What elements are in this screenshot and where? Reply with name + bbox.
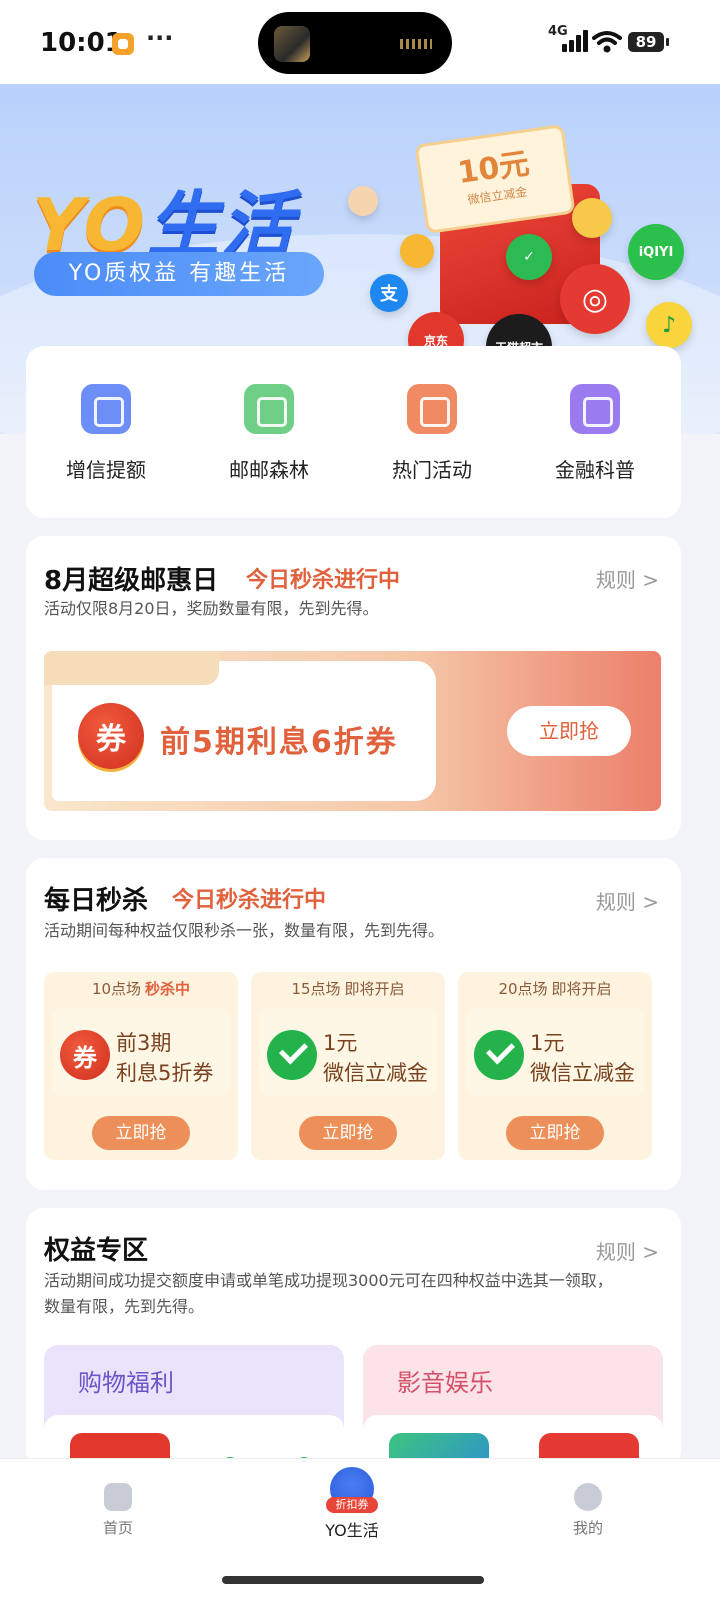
status-tag: 今日秒杀进行中 [246,568,401,593]
grab-button[interactable]: 立即抢 [507,706,631,756]
rules-link[interactable]: 规则 > [596,564,659,593]
flash-sale-card[interactable]: 20点场 即将开启 1元 微信立减金 立即抢 [458,972,652,1160]
coupon-icon: 券 [78,703,144,769]
app-notification-icon [112,33,134,55]
quick-menu: 增信提额 邮邮森林 热门活动 金融科普 [26,346,681,518]
flash-sale-body: 1元 微信立减金 [466,1008,644,1096]
section-title: 权益专区 [44,1236,149,1266]
menu-item-label: 邮邮森林 [229,458,309,482]
co2-cloud-icon [244,384,294,434]
wechat-check-icon [267,1030,317,1080]
alipay-icon: 支 [370,274,408,312]
tab-yo-life[interactable]: 折扣券 YO生活 [292,1467,412,1541]
session-header: 15点场 即将开启 [291,980,405,998]
phone-icon [572,198,612,238]
session-header: 20点场 即将开启 [498,980,612,998]
status-tag: 今日秒杀进行中 [172,888,327,913]
tab-label: 我的 [572,1519,603,1537]
rules-link[interactable]: 规则 > [596,1236,659,1265]
wallet-icon [81,384,131,434]
flash-sale-card[interactable]: 10点场 秒杀中 券 前3期 利息5折券 立即抢 [44,972,238,1160]
network-type: 4G [548,24,568,39]
section-description: 活动期间成功提交额度申请或单笔成功提现3000元可在四种权益中选其一领取， 数量有… [44,1271,613,1316]
fliggy-icon [400,234,434,268]
daily-flash-sale-section: 每日秒杀 今日秒杀进行中 规则 > 活动期间每种权益仅限秒杀一张，数量有限，先到… [26,858,681,1190]
shopping-bag-star-icon: 折扣券 [326,1467,378,1513]
dynamic-island[interactable] [258,12,452,74]
menu-item-forest[interactable]: 邮邮森林 [189,384,349,483]
tab-mine[interactable]: 我的 [528,1483,648,1538]
menu-item-label: 热门活动 [392,458,472,482]
discount-badge: 折扣券 [326,1497,378,1513]
finance-doc-icon [570,384,620,434]
section-description: 活动仅限8月20日，奖励数量有限，先到先得。 [44,599,379,618]
hero-illustration: 10元 微信立减金 ✓ ◎ 天猫超市 京东 支 iQIYI ♪ [348,123,720,384]
audio-wave-icon [400,39,432,49]
home-indicator[interactable] [222,1576,484,1584]
media-thumbnail [274,26,310,62]
clock: 10:01 [40,28,123,58]
section-description: 活动期间每种权益仅限秒杀一张，数量有限，先到先得。 [44,921,445,940]
reward-text: 1元 微信立减金 [323,1031,428,1085]
tab-label: 首页 [102,1519,133,1537]
rights-section: 权益专区 规则 > 活动期间成功提交额度申请或单笔成功提现3000元可在四种权益… [26,1208,681,1495]
qq-music-icon: ♪ [646,302,692,348]
more-notifications-icon: ··· [146,24,174,52]
coupon-banner[interactable]: 券 前5期利息6折券 立即抢 [44,651,661,811]
status-bar: 10:01 ··· 4G 89 [0,0,720,84]
netease-music-icon: ◎ [560,264,630,334]
super-day-section: 8月超级邮惠日 今日秒杀进行中 规则 > 活动仅限8月20日，奖励数量有限，先到… [26,536,681,840]
section-title: 8月超级邮惠日 [44,566,219,596]
flash-sale-body: 1元 微信立减金 [259,1008,437,1096]
section-title: 每日秒杀 [44,886,149,916]
coupon-banner-tab [44,651,219,685]
reward-text: 前3期 利息5折券 [116,1031,214,1085]
bookmark-star-icon [407,384,457,434]
tab-label: YO生活 [325,1521,379,1540]
menu-item-label: 增信提额 [66,458,146,482]
iqiyi-icon: iQIYI [628,224,684,280]
wechat-pay-icon: ✓ [506,234,552,280]
app-screen: 10:01 ··· 4G 89 YO生活 YO质权益 有趣生活 10元 微信立减… [0,0,720,1600]
menu-item-credit[interactable]: 增信提额 [26,384,186,483]
wechat-check-icon [474,1030,524,1080]
user-icon [574,1483,602,1511]
menu-item-finance-education[interactable]: 金融科普 [515,384,675,483]
rules-link[interactable]: 规则 > [596,886,659,915]
tab-home[interactable]: 首页 [58,1483,178,1538]
home-icon [104,1483,132,1511]
box-label: 购物福利 [78,1369,174,1397]
session-header: 10点场 秒杀中 [91,980,191,998]
grab-button[interactable]: 立即抢 [506,1116,604,1150]
battery-indicator: 89 [628,32,669,52]
flash-sale-card[interactable]: 15点场 即将开启 1元 微信立减金 立即抢 [251,972,445,1160]
reward-text: 1元 微信立减金 [530,1031,635,1085]
grab-button[interactable]: 立即抢 [92,1116,190,1150]
menu-item-activities[interactable]: 热门活动 [352,384,512,483]
wifi-icon [592,31,622,53]
box-label: 影音娱乐 [397,1369,493,1397]
coupon-icon: 券 [60,1030,110,1080]
hero-slogan: YO质权益 有趣生活 [34,252,324,296]
badge-icon [348,186,378,216]
menu-item-label: 金融科普 [555,458,635,482]
coupon-title: 前5期利息6折券 [160,725,398,760]
grab-button[interactable]: 立即抢 [299,1116,397,1150]
flash-sale-body: 券 前3期 利息5折券 [52,1008,230,1096]
